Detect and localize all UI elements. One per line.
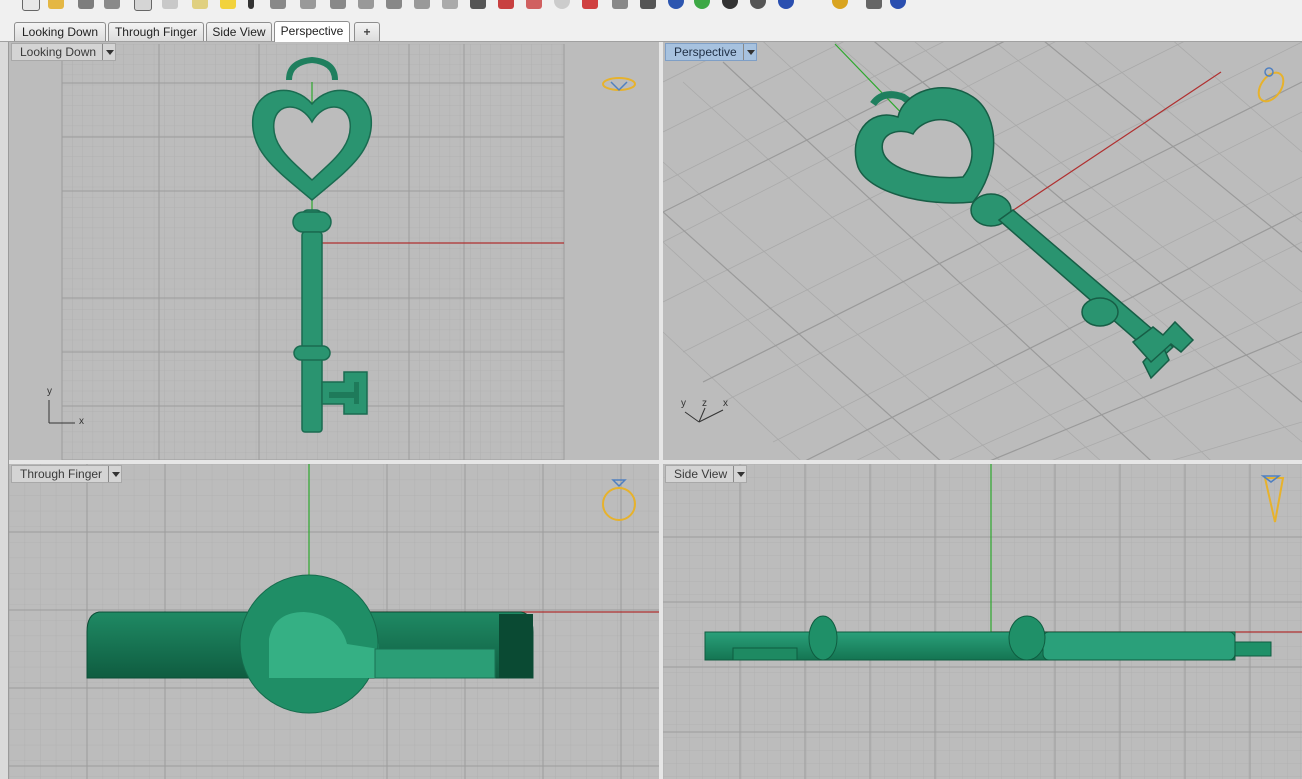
chevron-down-icon[interactable] <box>108 466 121 482</box>
main-toolbar <box>0 0 1302 12</box>
chevron-down-icon[interactable] <box>742 44 756 60</box>
viewport-icon[interactable] <box>414 0 430 9</box>
camera-icon[interactable] <box>866 0 882 9</box>
viewport-tab-bar: Looking Down Through Finger Side View Pe… <box>0 12 1302 42</box>
axis-indicator <box>684 407 724 423</box>
x-axis-line <box>1002 71 1222 218</box>
gear-icon[interactable] <box>832 0 848 9</box>
viewport-title-looking-down[interactable]: Looking Down <box>11 43 117 61</box>
viewport-title-through-finger[interactable]: Through Finger <box>11 465 123 483</box>
axis-y-label: y <box>47 386 52 397</box>
object-icon[interactable] <box>554 0 570 9</box>
viewport-side-view[interactable]: Side View <box>663 464 1302 779</box>
cut-icon[interactable] <box>162 0 178 9</box>
side-view-canvas <box>663 464 1302 779</box>
help-icon[interactable] <box>778 0 794 9</box>
rotate-icon[interactable] <box>300 0 316 9</box>
viewport-splitter-vertical[interactable] <box>659 42 663 779</box>
axis-y-label: y <box>681 398 686 409</box>
looking-down-canvas <box>48 44 636 460</box>
viewport-looking-down[interactable]: Looking Down y x <box>9 42 659 460</box>
ring-orientation-icon <box>602 77 636 92</box>
pan-icon[interactable] <box>270 0 286 9</box>
display-icon[interactable] <box>612 0 628 9</box>
gear-icon[interactable] <box>694 0 710 9</box>
viewport-title-text: Perspective <box>674 45 737 59</box>
open-icon[interactable] <box>48 0 64 9</box>
render-icon[interactable] <box>442 0 458 9</box>
material-icon[interactable] <box>470 0 486 9</box>
zoom-window-icon[interactable] <box>358 0 374 9</box>
through-finger-canvas <box>9 464 659 779</box>
help-icon[interactable] <box>750 0 766 9</box>
paste-icon[interactable] <box>192 0 208 9</box>
perspective-canvas <box>663 42 1302 460</box>
axis-z-label: z <box>702 398 707 409</box>
ring-orientation-icon <box>1257 67 1285 103</box>
viewport-title-side-view[interactable]: Side View <box>665 465 748 483</box>
save-icon[interactable] <box>78 0 94 9</box>
viewport-splitter-horizontal[interactable] <box>9 460 1302 464</box>
undo-icon[interactable] <box>220 0 236 9</box>
tab-perspective[interactable]: Perspective <box>274 21 350 42</box>
camera-icon[interactable] <box>722 0 738 9</box>
axis-x-label: x <box>79 416 84 427</box>
tab-looking-down[interactable]: Looking Down <box>14 22 106 41</box>
select-icon[interactable] <box>248 0 254 9</box>
tab-side-view[interactable]: Side View <box>206 22 272 41</box>
sphere-shaded-icon[interactable] <box>640 0 656 9</box>
sphere-render-icon[interactable] <box>668 0 684 9</box>
zoom-icon[interactable] <box>330 0 346 9</box>
help-icon[interactable] <box>890 0 906 9</box>
color-wheel-icon[interactable] <box>582 0 598 9</box>
add-tab-button[interactable]: + <box>354 22 380 41</box>
print-icon[interactable] <box>104 0 120 9</box>
viewport-perspective[interactable]: Perspective y z x <box>663 42 1302 460</box>
zoom-extents-icon[interactable] <box>386 0 402 9</box>
sphere-icon[interactable] <box>498 0 514 9</box>
viewport-title-text: Through Finger <box>20 467 103 481</box>
axis-x-label: x <box>723 398 728 409</box>
viewport-title-text: Looking Down <box>20 45 97 59</box>
left-sidebar-strip <box>0 42 9 779</box>
light-icon[interactable] <box>526 0 542 9</box>
viewport-title-text: Side View <box>674 467 728 481</box>
viewport-title-perspective[interactable]: Perspective <box>665 43 757 61</box>
chevron-down-icon[interactable] <box>733 466 746 482</box>
copy-icon[interactable] <box>134 0 152 11</box>
tab-through-finger[interactable]: Through Finger <box>108 22 204 41</box>
new-icon[interactable] <box>22 0 40 11</box>
viewport-through-finger[interactable]: Through Finger <box>9 464 659 779</box>
chevron-down-icon[interactable] <box>102 44 115 60</box>
